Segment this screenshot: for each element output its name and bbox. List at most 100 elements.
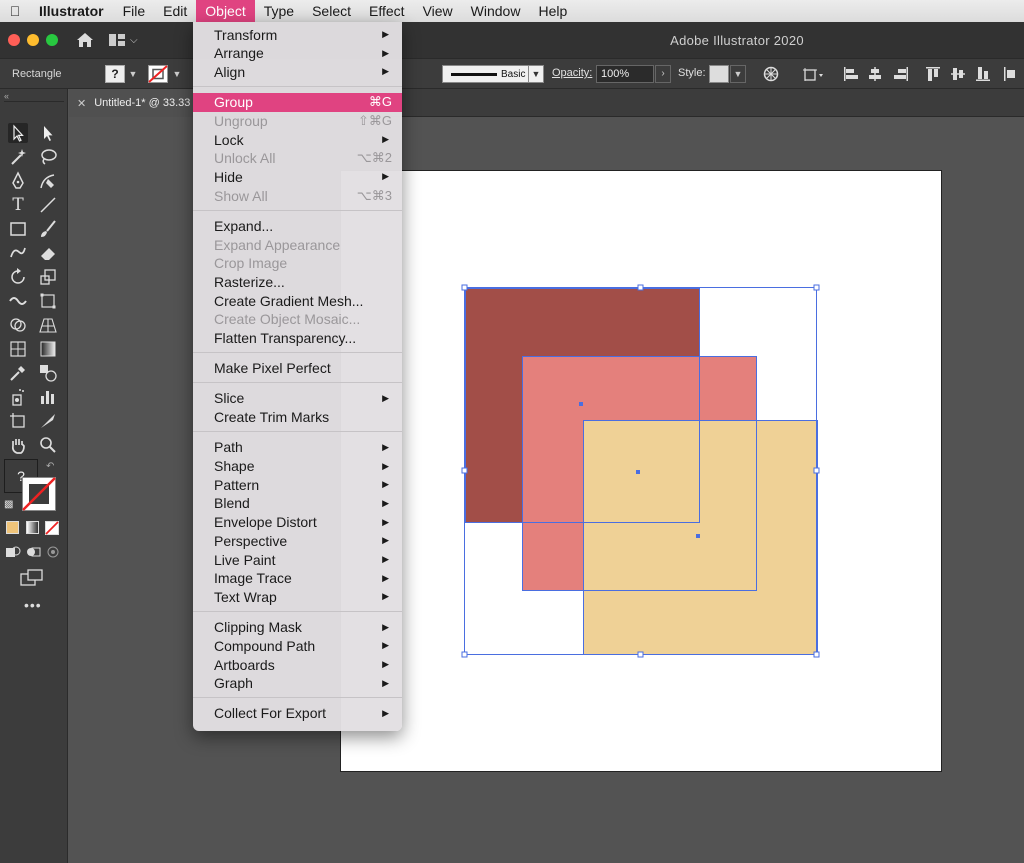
menu-item-show-all[interactable]: Show All ⌥⌘3 xyxy=(193,186,402,205)
menu-item-ungroup[interactable]: Ungroup ⇧⌘G xyxy=(193,111,402,130)
menu-item-shortcut: ⌥⌘3 xyxy=(356,187,392,203)
submenu-arrow-icon: ▶ xyxy=(382,659,389,669)
submenu-arrow-icon: ▶ xyxy=(382,497,389,508)
menu-item-live-paint[interactable]: Live Paint ▶ xyxy=(193,550,402,569)
handle-top-right[interactable] xyxy=(813,284,820,291)
menu-item-label: Hide xyxy=(214,168,243,185)
menu-separator xyxy=(193,697,402,699)
menu-item-path[interactable]: Path ▶ xyxy=(193,438,402,457)
submenu-arrow-icon: ▶ xyxy=(382,554,389,564)
submenu-arrow-icon: ▶ xyxy=(382,640,389,651)
menu-item-label: Create Trim Marks xyxy=(214,409,330,426)
menu-item-label: Text Wrap xyxy=(214,588,277,605)
menu-item-shortcut: ⌘G xyxy=(368,94,392,110)
menu-item-group[interactable]: Group ⌘G xyxy=(193,92,402,112)
dark-red-square-center xyxy=(579,402,583,406)
menu-item-expand[interactable]: Expand... xyxy=(193,216,402,235)
submenu-arrow-icon: ▶ xyxy=(382,29,389,39)
menu-item-hide[interactable]: Hide ▶ xyxy=(193,167,402,186)
pink-square-center xyxy=(636,470,640,474)
menu-item-image-trace[interactable]: Image Trace ▶ xyxy=(193,569,402,588)
menu-item-artboards[interactable]: Artboards ▶ xyxy=(193,655,402,674)
submenu-arrow-icon: ▶ xyxy=(382,479,389,490)
menu-item-label: Rasterize... xyxy=(214,273,285,290)
handle-top-center[interactable] xyxy=(637,284,644,291)
menu-item-label: Crop Image xyxy=(214,255,288,272)
menu-item-unlock-all[interactable]: Unlock All ⌥⌘2 xyxy=(193,149,402,168)
handle-middle-left[interactable] xyxy=(461,467,468,474)
menu-item-blend[interactable]: Blend ▶ xyxy=(193,494,402,513)
menu-item-label: Slice xyxy=(214,390,245,407)
menu-separator xyxy=(193,86,402,88)
handle-middle-right[interactable] xyxy=(813,467,820,474)
submenu-arrow-icon: ▶ xyxy=(382,572,389,583)
menu-item-shortcut: ⇧⌘G xyxy=(357,112,392,128)
tan-square-center xyxy=(696,534,700,538)
menu-item-crop-image[interactable]: Crop Image xyxy=(193,254,402,273)
menu-separator xyxy=(193,209,402,211)
menu-separator xyxy=(193,382,402,384)
submenu-arrow-icon: ▶ xyxy=(382,134,389,144)
menu-item-flatten-transparency[interactable]: Flatten Transparency... xyxy=(193,329,402,348)
menu-item-make-pixel-perfect[interactable]: Make Pixel Perfect xyxy=(193,359,402,378)
handle-bottom-right[interactable] xyxy=(813,651,820,658)
menu-item-label: Pattern xyxy=(214,476,260,493)
menu-item-pattern[interactable]: Pattern ▶ xyxy=(193,475,402,494)
menu-item-label: Image Trace xyxy=(214,570,292,587)
menu-item-clipping-mask[interactable]: Clipping Mask ▶ xyxy=(193,618,402,637)
menu-item-label: Graph xyxy=(214,675,253,692)
menu-item-label: Clipping Mask xyxy=(214,619,302,636)
menu-item-perspective[interactable]: Perspective ▶ xyxy=(193,531,402,550)
menu-item-create-trim-marks[interactable]: Create Trim Marks xyxy=(193,408,402,427)
menu-item-label: Envelope Distort xyxy=(214,514,317,531)
menu-item-label: Live Paint xyxy=(214,551,276,568)
menu-item-shape[interactable]: Shape ▶ xyxy=(193,457,402,476)
menu-item-create-object-mosaic[interactable]: Create Object Mosaic... xyxy=(193,310,402,329)
menu-item-compound-path[interactable]: Compound Path ▶ xyxy=(193,636,402,655)
submenu-arrow-icon: ▶ xyxy=(382,621,389,632)
menu-item-label: Create Gradient Mesh... xyxy=(214,292,364,309)
menu-item-create-gradient-mesh[interactable]: Create Gradient Mesh... xyxy=(193,291,402,310)
menu-item-shortcut: ⌥⌘2 xyxy=(356,150,392,166)
menu-item-label: Unlock All xyxy=(214,150,276,167)
menu-item-label: Create Object Mosaic... xyxy=(214,311,361,328)
object-menu: Transform ▶ Arrange ▶ Align ▶ Group ⌘G Ungroup ⇧⌘… xyxy=(193,22,402,731)
menu-item-label: Artboards xyxy=(214,656,275,673)
menu-item-arrange[interactable]: Arrange ▶ xyxy=(193,44,402,63)
artwork-layer xyxy=(461,284,820,658)
menu-item-label: Shape xyxy=(214,458,255,474)
submenu-arrow-icon: ▶ xyxy=(382,392,389,403)
menu-item-envelope-distort[interactable]: Envelope Distort ▶ xyxy=(193,513,402,532)
handle-bottom-center[interactable] xyxy=(637,651,644,658)
submenu-arrow-icon: ▶ xyxy=(382,460,389,471)
menu-item-label: Blend xyxy=(214,495,250,512)
menu-item-label: Flatten Transparency... xyxy=(214,330,357,346)
menu-item-rasterize[interactable]: Rasterize... xyxy=(193,272,402,291)
submenu-arrow-icon: ▶ xyxy=(382,441,389,452)
menu-item-expand-appearance[interactable]: Expand Appearance xyxy=(193,235,402,254)
menu-item-label: Compound Path xyxy=(214,637,316,654)
menu-item-label: Ungroup xyxy=(214,112,268,129)
menu-separator xyxy=(193,611,402,613)
menu-item-align[interactable]: Align ▶ xyxy=(193,62,402,81)
menu-item-label: Transform xyxy=(214,26,278,43)
menu-item-collect-for-export[interactable]: Collect For Export ▶ xyxy=(193,704,402,723)
menu-item-graph[interactable]: Graph ▶ xyxy=(193,674,402,693)
menu-item-label: Path xyxy=(214,439,243,456)
handle-top-left[interactable] xyxy=(461,284,468,291)
menu-separator xyxy=(193,431,402,433)
menu-item-slice[interactable]: Slice ▶ xyxy=(193,389,402,408)
submenu-arrow-icon: ▶ xyxy=(382,171,389,182)
handle-bottom-left[interactable] xyxy=(461,651,468,658)
submenu-arrow-icon: ▶ xyxy=(382,66,389,77)
submenu-arrow-icon: ▶ xyxy=(382,591,389,602)
menu-item-text-wrap[interactable]: Text Wrap ▶ xyxy=(193,587,402,606)
menu-item-label: Arrange xyxy=(214,45,264,62)
menu-item-transform[interactable]: Transform ▶ xyxy=(193,25,402,44)
submenu-arrow-icon: ▶ xyxy=(382,677,389,688)
menu-item-lock[interactable]: Lock ▶ xyxy=(193,130,402,149)
submenu-arrow-icon: ▶ xyxy=(382,535,389,546)
menu-item-label: Collect For Export xyxy=(214,705,327,722)
menu-separator xyxy=(193,352,402,354)
menu-item-label: Expand... xyxy=(214,217,274,234)
